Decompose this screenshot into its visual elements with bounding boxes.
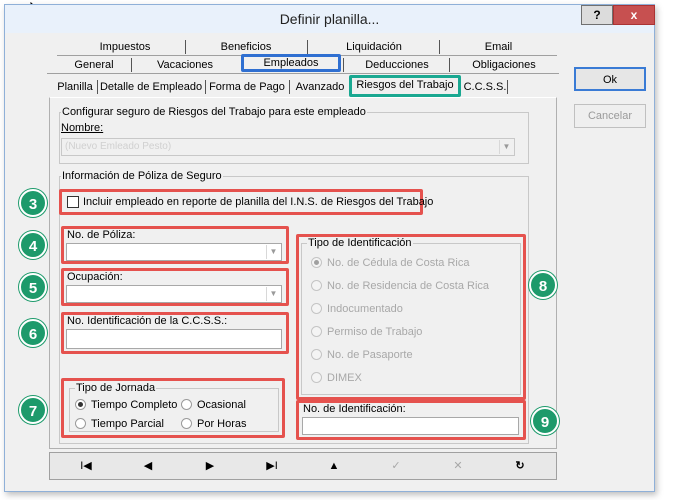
radio-dimex[interactable]: [311, 372, 322, 383]
tab-general[interactable]: General: [57, 57, 131, 74]
tab-separator: [307, 40, 308, 54]
tab-planilla[interactable]: Planilla: [53, 79, 97, 96]
ocasional-label: Ocasional: [197, 399, 246, 411]
tab-riesgos-trabajo[interactable]: Riesgos del Trabajo: [349, 75, 461, 97]
por-horas-label: Por Horas: [197, 418, 247, 430]
radio-tiempo-parcial[interactable]: [75, 418, 86, 429]
first-record-icon[interactable]: I◀: [56, 455, 116, 477]
tab-separator: [449, 58, 450, 72]
callout-badge-7: 7: [19, 396, 47, 424]
dimex-label: DIMEX: [327, 372, 362, 384]
callout-badge-6: 6: [19, 319, 47, 347]
previous-record-icon[interactable]: ◀: [118, 455, 178, 477]
dialog-window: Definir planilla... ? x Impuestos Benefi…: [4, 4, 655, 492]
radio-cedula[interactable]: [311, 257, 322, 268]
navigation-bar: I◀ ◀ ▶ ▶I ▲ ✓ ✕ ↻: [49, 452, 557, 480]
close-button[interactable]: x: [613, 5, 655, 25]
no-poliza-label: No. de Póliza:: [67, 229, 136, 241]
radio-por-horas[interactable]: [181, 418, 192, 429]
tab-separator: [439, 40, 440, 54]
last-record-icon[interactable]: ▶I: [242, 455, 302, 477]
cedula-label: No. de Cédula de Costa Rica: [327, 257, 470, 269]
next-record-icon[interactable]: ▶: [180, 455, 240, 477]
tab-separator: [343, 58, 344, 72]
tab-separator: [205, 80, 206, 94]
radio-pasaporte[interactable]: [311, 349, 322, 360]
poliza-group-title: Información de Póliza de Seguro: [61, 170, 223, 182]
tab-separator: [131, 58, 132, 72]
radio-permiso-trabajo[interactable]: [311, 326, 322, 337]
tab-obligaciones[interactable]: Obligaciones: [451, 57, 557, 74]
id-number-input[interactable]: [302, 417, 519, 435]
ocupacion-combo[interactable]: ▼: [66, 285, 282, 303]
permiso-trabajo-label: Permiso de Trabajo: [327, 326, 423, 338]
radio-indocumentado[interactable]: [311, 303, 322, 314]
tab-impuestos[interactable]: Impuestos: [65, 39, 185, 56]
chevron-down-icon: ▼: [266, 287, 280, 301]
help-button[interactable]: ?: [581, 5, 613, 25]
callout-badge-5: 5: [19, 273, 47, 301]
include-label: Incluir empleado en reporte de planilla …: [83, 196, 434, 208]
identificacion-group-title: Tipo de Identificación: [307, 237, 413, 249]
tab-detalle-empleado[interactable]: Detalle de Empleado: [99, 79, 203, 96]
chevron-down-icon: ▼: [266, 245, 280, 259]
no-poliza-combo[interactable]: ▼: [66, 243, 282, 261]
name-combo: (Nuevo Emleado Pesto) ▼: [61, 138, 515, 156]
tab-separator: [97, 80, 98, 94]
cancel-button[interactable]: Cancelar: [574, 104, 646, 128]
tab-separator: [289, 80, 290, 94]
name-label: Nombre:: [61, 122, 104, 134]
tab-email[interactable]: Email: [441, 39, 556, 56]
tab-avanzado[interactable]: Avanzado: [291, 79, 349, 96]
jornada-group-title: Tipo de Jornada: [75, 382, 157, 394]
tab-deducciones[interactable]: Deducciones: [345, 57, 449, 74]
callout-badge-4: 4: [19, 231, 47, 259]
callout-badge-3: 3: [19, 189, 47, 217]
tab-separator: [507, 80, 508, 94]
radio-residencia[interactable]: [311, 280, 322, 291]
ok-button[interactable]: Ok: [574, 67, 646, 91]
residencia-label: No. de Residencia de Costa Rica: [327, 280, 490, 292]
radio-tiempo-completo[interactable]: [75, 399, 86, 410]
ccss-input[interactable]: [66, 329, 282, 349]
ocupacion-label: Ocupación:: [67, 271, 123, 283]
tab-vacaciones[interactable]: Vacaciones: [133, 57, 237, 74]
up-arrow-icon[interactable]: ▲: [304, 455, 364, 477]
config-group-title: Configurar seguro de Riesgos del Trabajo…: [61, 106, 367, 118]
tab-ccss[interactable]: C.C.S.S.: [463, 79, 507, 96]
check-icon[interactable]: ✓: [366, 455, 426, 477]
tab-empleados[interactable]: Empleados: [241, 54, 341, 72]
cancel-x-icon[interactable]: ✕: [428, 455, 488, 477]
id-number-label: No. de Identificación:: [303, 403, 406, 415]
ccss-label: No. Identificación de la C.C.S.S.:: [67, 315, 228, 327]
refresh-icon[interactable]: ↻: [490, 455, 550, 477]
radio-ocasional[interactable]: [181, 399, 192, 410]
title-bar: Definir planilla... ? x: [5, 5, 655, 33]
indocumentado-label: Indocumentado: [327, 303, 403, 315]
tiempo-parcial-label: Tiempo Parcial: [91, 418, 164, 430]
tiempo-completo-label: Tiempo Completo: [91, 399, 178, 411]
pasaporte-label: No. de Pasaporte: [327, 349, 413, 361]
window-title: Definir planilla...: [279, 11, 380, 27]
chevron-down-icon: ▼: [499, 140, 513, 154]
name-value: (Nuevo Emleado Pesto): [65, 141, 172, 152]
include-checkbox[interactable]: [67, 196, 79, 208]
tab-row-border: [47, 73, 559, 74]
callout-badge-8: 8: [529, 271, 557, 299]
callout-badge-9: 9: [531, 407, 559, 435]
tab-forma-pago[interactable]: Forma de Pago: [207, 79, 287, 96]
